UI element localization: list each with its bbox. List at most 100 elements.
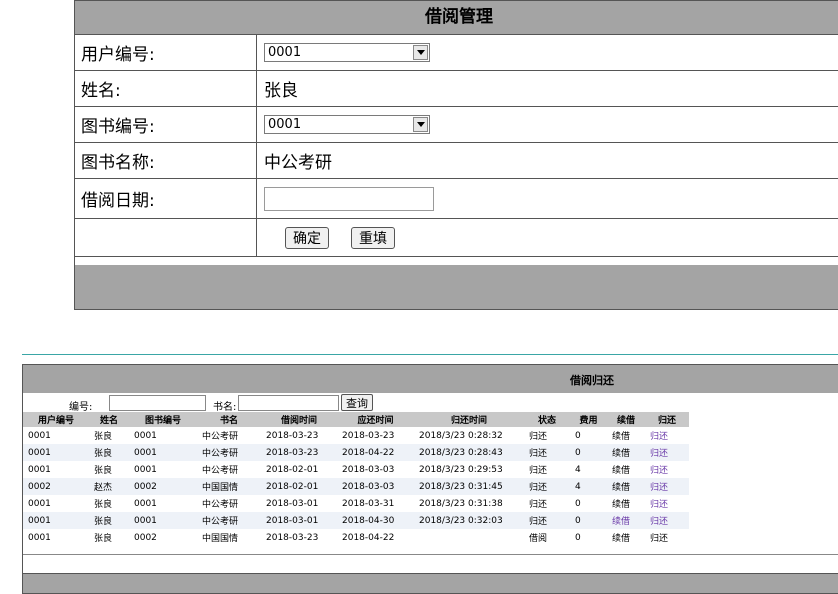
cell-status: 归还 [529,466,548,476]
col-fee: 费用 [570,412,607,427]
renew-link[interactable]: 续借 [607,427,645,444]
cell-status: 归还 [524,512,570,529]
cell-user-id: 0001 [28,464,51,475]
borrow-date-input[interactable] [264,186,434,211]
cell-book-id: 0001 [129,444,197,461]
cell-due-time: 2018-04-22 [337,444,414,461]
book-id-select[interactable]: 0001 [264,115,430,134]
table-row: 0002 赵杰 0002 中国国情 2018-02-01 2018-03-03 2018/3… [23,478,689,495]
col-borrow-time: 借阅时间 [261,412,337,427]
loan-return-panel: 借阅归还 编号: 书名: 查询 用户编号 姓名 图书编号 书名 借阅时间 应还时… [22,364,838,594]
cell-status: 归还 [529,500,548,510]
cell-status: 借阅 [529,534,548,544]
cell-status: 归还 [524,478,570,495]
cell-borrow-time: 2018-03-01 [261,512,337,529]
cell-user-id: 0001 [28,430,51,441]
cell-return-time [414,529,524,546]
search-id-label: 编号: [69,402,93,413]
cell-user-id: 0001 [23,444,89,461]
table-row: 0001 张良 0001 中公考研 2018-02-01 2018-03-03 2018/3… [23,461,689,478]
return-link[interactable]: 归还 [645,461,689,478]
cell-fee: 0 [575,430,581,441]
cell-book-id: 0001 [134,498,157,509]
cell-fee: 4 [570,478,607,495]
cell-fee: 4 [575,464,581,475]
table-row: 0001 张良 0001 中公考研 2018-03-01 2018-04-30 2018/3… [23,512,689,529]
confirm-button[interactable]: 确定 [285,226,329,249]
form-title: 借阅管理 [75,1,838,35]
cell-book-id: 0002 [134,532,157,543]
loan-panel-footer [23,573,838,593]
renew-link[interactable]: 续借 [607,444,645,461]
cell-due-time: 2018-03-31 [342,498,395,509]
search-id-input[interactable] [109,395,206,411]
action-row-label [75,219,257,256]
borrow-date-label: 借阅日期: [75,179,257,218]
form-footer [75,265,838,309]
book-name-value: 中公考研 [264,153,332,173]
return-link[interactable]: 归还 [645,444,689,461]
cell-status: 归还 [529,432,548,442]
dropdown-arrow-icon[interactable] [413,117,428,132]
cell-user-id: 0001 [23,512,89,529]
name-row: 姓名: 张良 [75,71,838,107]
col-due-time: 应还时间 [337,412,414,427]
borrow-form: 借阅管理 用户编号: 0001 姓名: 张良 图书编号: 0001 图书名称: … [74,0,838,310]
cell-due-time: 2018-04-22 [342,532,395,543]
renew-link[interactable]: 续借 [607,461,645,478]
dropdown-arrow-icon[interactable] [413,45,428,60]
book-id-label: 图书编号: [75,107,257,142]
cell-book: 中公考研 [202,432,239,442]
cell-book: 中公考研 [202,466,239,476]
return-link[interactable]: 归还 [645,512,689,529]
cell-borrow-time: 2018-02-01 [266,464,319,475]
cell-borrow-time: 2018-03-23 [266,532,319,543]
user-id-row: 用户编号: 0001 [75,35,838,71]
reset-button[interactable]: 重填 [351,226,395,249]
col-status: 状态 [524,412,570,427]
borrow-date-row: 借阅日期: [75,179,838,219]
table-row: 0001 张良 0001 中公考研 2018-03-23 2018-03-23 2018/3… [23,427,689,444]
cell-book: 中公考研 [197,512,261,529]
col-return: 归还 [645,412,689,427]
return-link[interactable]: 归还 [645,529,689,546]
cell-name: 张良 [94,432,113,442]
cell-name: 张良 [94,466,113,476]
return-link[interactable]: 归还 [645,427,689,444]
cell-name: 张良 [94,534,113,544]
search-book-input[interactable] [238,395,339,411]
cell-due-time: 2018-04-30 [337,512,414,529]
cell-name: 张良 [94,500,113,510]
cell-name: 张良 [89,512,129,529]
cell-borrow-time: 2018-03-23 [266,430,319,441]
loan-panel-title: 借阅归还 [570,374,614,387]
col-book-id: 图书编号 [129,412,197,427]
renew-link[interactable]: 续借 [607,495,645,512]
renew-link[interactable]: 续借 [607,512,645,529]
cell-book: 中公考研 [197,444,261,461]
cell-return-time: 2018/3/23 0:31:38 [419,498,503,509]
cell-return-time: 2018/3/23 0:28:43 [414,444,524,461]
user-id-select[interactable]: 0001 [264,43,430,62]
loan-panel-header: 借阅归还 [23,365,838,393]
cell-fee: 0 [570,444,607,461]
renew-link[interactable]: 续借 [607,529,645,546]
name-value: 张良 [264,81,298,101]
cell-book: 中国国情 [197,478,261,495]
return-link[interactable]: 归还 [645,495,689,512]
table-row: 0001 张良 0001 中公考研 2018-03-01 2018-03-31 2018/3… [23,495,689,512]
book-name-label: 图书名称: [75,143,257,178]
cell-book-id: 0001 [129,512,197,529]
table-row: 0001 张良 0001 中公考研 2018-03-23 2018-04-22 2018/3… [23,444,689,461]
col-renew: 续借 [607,412,645,427]
return-link[interactable]: 归还 [645,478,689,495]
cell-fee: 0 [570,512,607,529]
renew-link[interactable]: 续借 [607,478,645,495]
cell-user-id: 0001 [28,532,51,543]
cell-book-id: 0001 [134,464,157,475]
search-book-label: 书名: [213,402,237,413]
cell-book-id: 0001 [134,430,157,441]
book-id-row: 图书编号: 0001 [75,107,838,143]
cell-borrow-time: 2018-02-01 [261,478,337,495]
query-button[interactable]: 查询 [341,394,373,411]
